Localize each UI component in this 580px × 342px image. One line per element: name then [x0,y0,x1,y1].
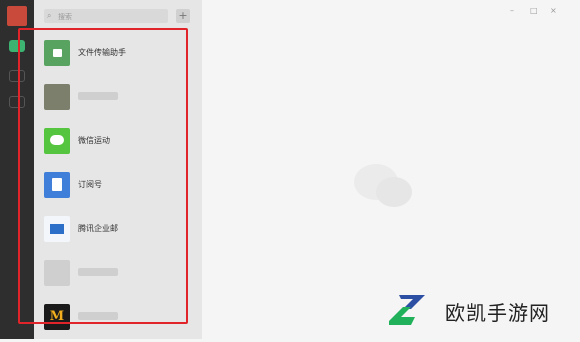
wechat-sports-icon [44,128,70,154]
watermark-logo-icon [389,295,425,325]
file-transfer-icon [44,40,70,66]
chat-list: 文件传输助手 微信运动 订阅号 腾讯企业邮 M [34,34,202,342]
blurred-name [78,268,118,276]
brand-avatar: M [44,304,70,330]
contact-avatar [44,84,70,110]
favorites-tab-icon[interactable] [9,96,25,108]
site-watermark: 欧凯手游网 [385,291,575,331]
chat-item-wechat-sports[interactable]: 微信运动 [34,122,202,166]
chat-item[interactable]: M [34,298,202,342]
watermark-text: 欧凯手游网 [445,301,550,325]
chat-tab-icon[interactable] [9,40,25,52]
search-icon: ⌕ [47,11,52,20]
minimize-button[interactable]: – [510,6,514,15]
add-chat-button[interactable]: + [176,9,190,23]
chat-item[interactable] [34,78,202,122]
chat-item-label: 微信运动 [78,136,110,145]
chat-item-label: 文件传输助手 [78,48,126,57]
chat-item-label: 腾讯企业邮 [78,224,118,233]
wechat-logo-icon [354,164,412,207]
close-button[interactable]: × [550,6,557,15]
user-avatar[interactable] [7,6,27,26]
subscription-icon [44,172,70,198]
blurred-name [78,312,118,320]
blurred-name [78,92,118,100]
search-placeholder: 搜索 [58,13,72,21]
chat-list-panel: ⌕ 搜索 + 文件传输助手 微信运动 订阅号 腾讯企业邮 M [34,0,202,339]
maximize-button[interactable]: □ [530,6,538,15]
chat-item-file-transfer[interactable]: 文件传输助手 [34,34,202,78]
chat-content-area: – □ × [202,0,580,339]
side-nav-rail [0,0,34,339]
contact-avatar [44,260,70,286]
contacts-tab-icon[interactable] [9,70,25,82]
wechat-window: ⌕ 搜索 + 文件传输助手 微信运动 订阅号 腾讯企业邮 M – □ × 欧凯手… [0,0,580,339]
chat-item-subscriptions[interactable]: 订阅号 [34,166,202,210]
search-input[interactable]: ⌕ 搜索 [44,9,168,23]
chat-item[interactable] [34,254,202,298]
tencent-mail-icon [44,216,70,242]
chat-item-tencent-mail[interactable]: 腾讯企业邮 [34,210,202,254]
chat-item-label: 订阅号 [78,180,102,189]
